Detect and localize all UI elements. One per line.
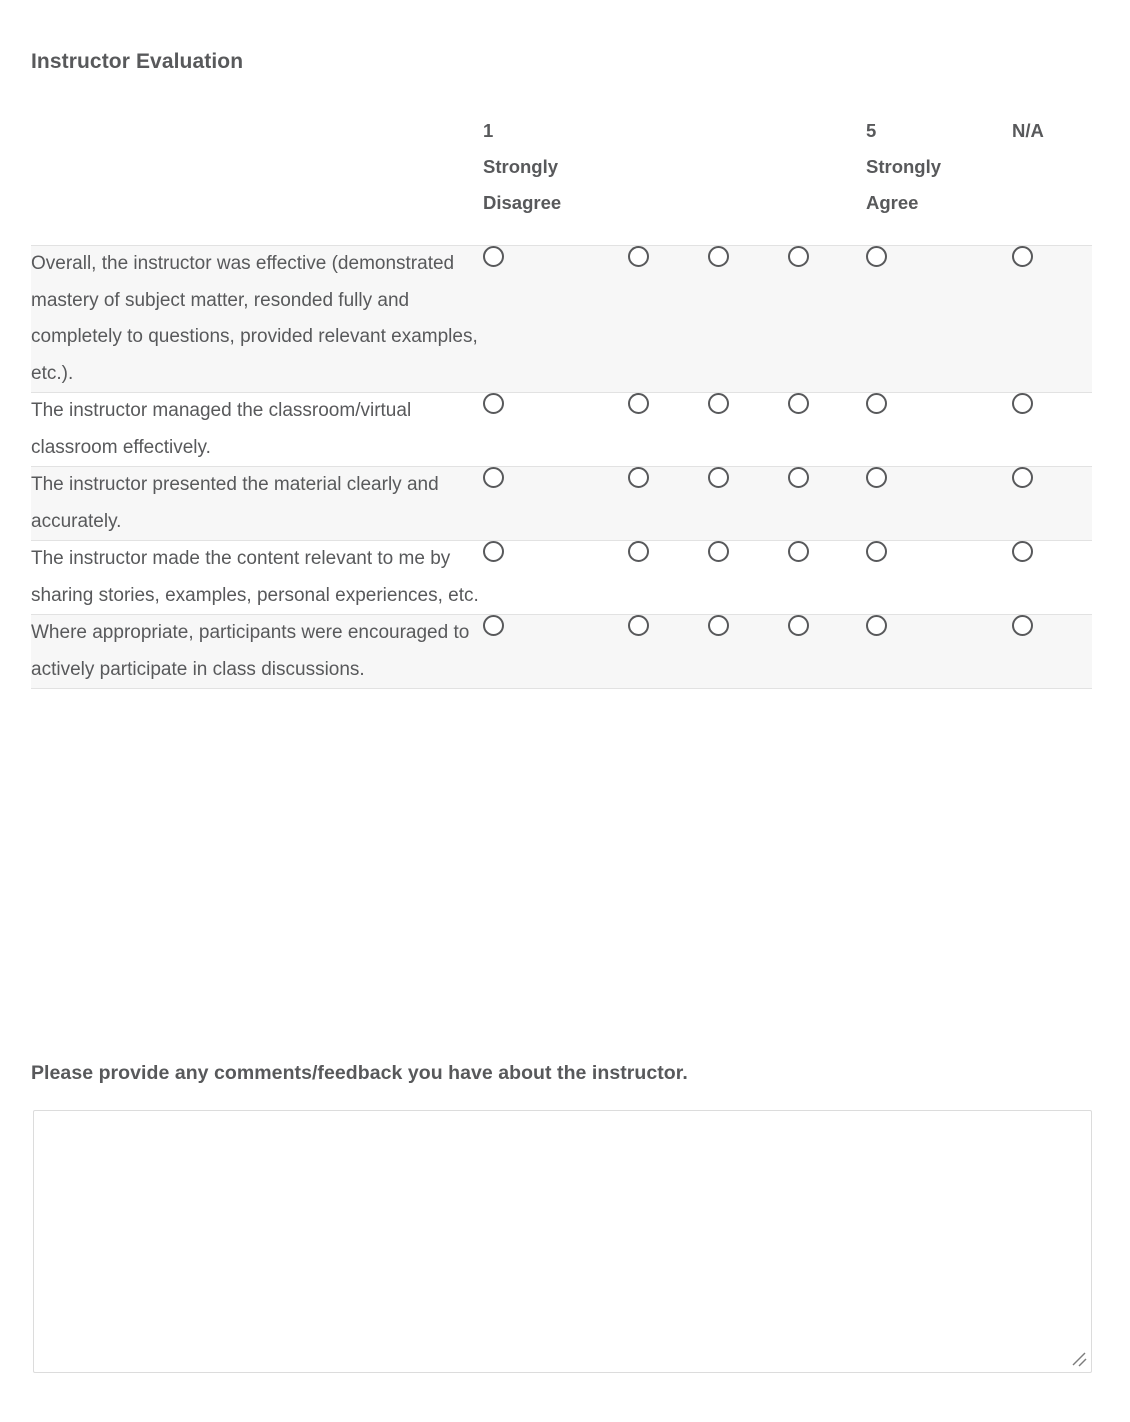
radio-cell-2[interactable]	[628, 393, 708, 467]
radio-button-na[interactable]	[1012, 246, 1033, 267]
radio-cell-4[interactable]	[788, 246, 866, 393]
statement-text: The instructor made the content relevant…	[31, 548, 479, 606]
scale-header-5: 5 Strongly Agree	[866, 113, 1012, 246]
scale-header-na-label: N/A	[1012, 120, 1044, 141]
radio-cell-4[interactable]	[788, 541, 866, 615]
radio-cell-3[interactable]	[708, 615, 788, 689]
comments-label: Please provide any comments/feedback you…	[31, 1062, 688, 1084]
radio-cell-4[interactable]	[788, 393, 866, 467]
radio-button-3[interactable]	[708, 393, 729, 414]
radio-button-2[interactable]	[628, 467, 649, 488]
radio-cell-3[interactable]	[708, 467, 788, 541]
radio-cell-1[interactable]	[483, 467, 628, 541]
radio-cell-5[interactable]	[866, 541, 1012, 615]
scale-header-1: 1 Strongly Disagree	[483, 113, 628, 246]
radio-button-3[interactable]	[708, 615, 729, 636]
statement-text: The instructor presented the material cl…	[31, 474, 439, 532]
scale-header-5-label-line1: Strongly	[866, 156, 942, 177]
radio-cell-1[interactable]	[483, 541, 628, 615]
radio-cell-4[interactable]	[788, 615, 866, 689]
radio-cell-3[interactable]	[708, 393, 788, 467]
radio-button-4[interactable]	[788, 393, 809, 414]
scale-header-3	[708, 113, 788, 246]
scale-header-4	[788, 113, 866, 246]
radio-cell-2[interactable]	[628, 615, 708, 689]
radio-button-5[interactable]	[866, 246, 887, 267]
page-title: Instructor Evaluation	[31, 50, 244, 73]
radio-cell-3[interactable]	[708, 541, 788, 615]
radio-button-na[interactable]	[1012, 393, 1033, 414]
radio-cell-na[interactable]	[1012, 393, 1092, 467]
radio-cell-3[interactable]	[708, 246, 788, 393]
scale-header-5-label-line2: Agree	[866, 192, 919, 213]
radio-button-2[interactable]	[628, 393, 649, 414]
scale-header-5-number: 5	[866, 120, 877, 141]
radio-button-1[interactable]	[483, 393, 504, 414]
table-row: Where appropriate, participants were enc…	[31, 614, 1092, 689]
radio-button-2[interactable]	[628, 541, 649, 562]
scale-header-1-number: 1	[483, 120, 494, 141]
radio-cell-2[interactable]	[628, 246, 708, 393]
radio-cell-1[interactable]	[483, 615, 628, 689]
statement-text: Overall, the instructor was effective (d…	[31, 253, 478, 384]
radio-cell-na[interactable]	[1012, 615, 1092, 689]
radio-button-1[interactable]	[483, 467, 504, 488]
scale-header-2	[628, 113, 708, 246]
radio-button-5[interactable]	[866, 615, 887, 636]
scale-header-1-label-line2: Disagree	[483, 192, 562, 213]
radio-button-2[interactable]	[628, 246, 649, 267]
radio-button-5[interactable]	[866, 541, 887, 562]
radio-button-4[interactable]	[788, 467, 809, 488]
radio-button-1[interactable]	[483, 541, 504, 562]
radio-cell-na[interactable]	[1012, 246, 1092, 393]
statement-column-header	[31, 113, 483, 246]
radio-cell-5[interactable]	[866, 467, 1012, 541]
radio-cell-1[interactable]	[483, 393, 628, 467]
scale-header-na: N/A	[1012, 113, 1092, 246]
statement-text: Where appropriate, participants were enc…	[31, 622, 470, 680]
radio-cell-5[interactable]	[866, 246, 1012, 393]
statement-text: The instructor managed the classroom/vir…	[31, 400, 412, 458]
radio-button-1[interactable]	[483, 615, 504, 636]
comments-textarea[interactable]	[33, 1110, 1092, 1373]
radio-button-4[interactable]	[788, 615, 809, 636]
radio-cell-4[interactable]	[788, 467, 866, 541]
radio-cell-5[interactable]	[866, 393, 1012, 467]
radio-cell-2[interactable]	[628, 467, 708, 541]
scale-header-1-label-line1: Strongly	[483, 156, 559, 177]
rating-matrix-table: 1 Strongly Disagree 5 Strongly Agree N/A	[31, 113, 1092, 689]
radio-cell-na[interactable]	[1012, 541, 1092, 615]
table-row: The instructor managed the classroom/vir…	[31, 392, 1092, 467]
table-row: The instructor presented the material cl…	[31, 466, 1092, 541]
matrix-body: Overall, the instructor was effective (d…	[31, 245, 1092, 689]
instructor-evaluation-form: Instructor Evaluation 1 Strongly Disagre…	[0, 0, 1130, 1422]
radio-button-4[interactable]	[788, 246, 809, 267]
radio-button-5[interactable]	[866, 393, 887, 414]
radio-cell-na[interactable]	[1012, 467, 1092, 541]
radio-button-4[interactable]	[788, 541, 809, 562]
radio-button-na[interactable]	[1012, 615, 1033, 636]
radio-button-3[interactable]	[708, 246, 729, 267]
table-row: The instructor made the content relevant…	[31, 540, 1092, 615]
table-row: Overall, the instructor was effective (d…	[31, 245, 1092, 393]
radio-cell-2[interactable]	[628, 541, 708, 615]
radio-button-na[interactable]	[1012, 467, 1033, 488]
radio-button-1[interactable]	[483, 246, 504, 267]
radio-cell-1[interactable]	[483, 246, 628, 393]
radio-button-5[interactable]	[866, 467, 887, 488]
radio-cell-5[interactable]	[866, 615, 1012, 689]
radio-button-2[interactable]	[628, 615, 649, 636]
matrix-header-row: 1 Strongly Disagree 5 Strongly Agree N/A	[31, 113, 1092, 246]
radio-button-3[interactable]	[708, 467, 729, 488]
radio-button-3[interactable]	[708, 541, 729, 562]
radio-button-na[interactable]	[1012, 541, 1033, 562]
